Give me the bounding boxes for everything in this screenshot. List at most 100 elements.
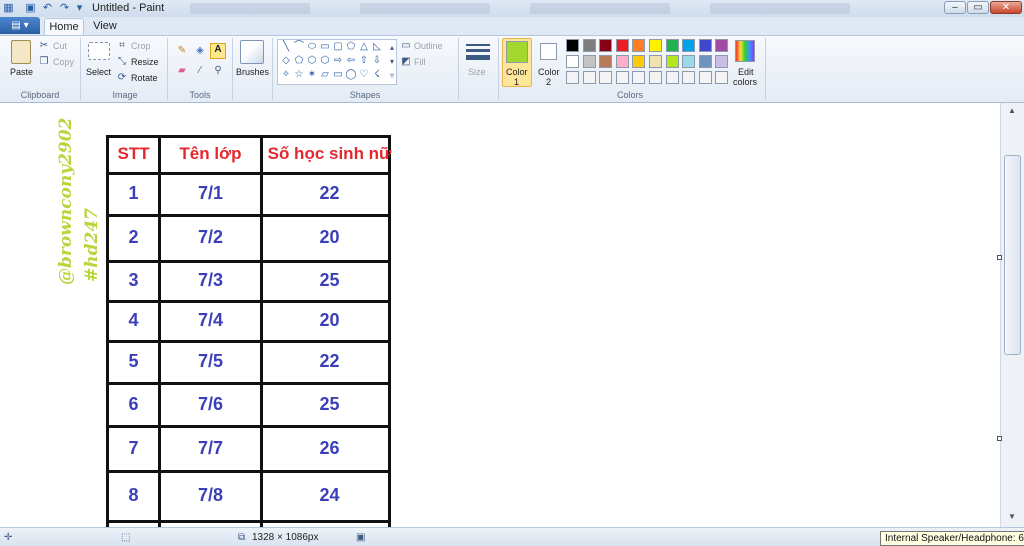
palette-swatch[interactable]	[715, 39, 729, 52]
shape-option[interactable]: ◇	[280, 56, 292, 66]
paste-button[interactable]: Paste	[10, 67, 33, 77]
redo-icon[interactable]: ↷	[58, 2, 71, 15]
chevron-up-icon[interactable]: ▴	[386, 42, 398, 54]
palette-swatch[interactable]	[698, 71, 712, 84]
undo-icon[interactable]: ↶	[41, 2, 54, 15]
brush-icon[interactable]	[240, 40, 264, 64]
shape-option[interactable]: ✶	[306, 70, 318, 80]
palette-swatch[interactable]	[715, 71, 729, 84]
shape-option[interactable]: ☆	[293, 70, 305, 80]
palette-swatch[interactable]	[665, 55, 679, 68]
cut-button[interactable]: Cut	[53, 41, 67, 51]
palette-swatch[interactable]	[682, 55, 696, 68]
shape-option[interactable]: ▭	[332, 70, 344, 80]
shape-option[interactable]: ▱	[319, 70, 331, 80]
palette-swatch[interactable]	[649, 55, 662, 68]
shape-option[interactable]: ♡	[358, 70, 370, 80]
palette-swatch[interactable]	[615, 71, 629, 84]
save-icon[interactable]: ▣	[24, 2, 37, 15]
size-button[interactable]: Size	[468, 67, 486, 77]
shape-option[interactable]: ◯	[345, 70, 357, 80]
eraser-icon[interactable]: ▰	[176, 65, 188, 77]
edit-colors-label-2[interactable]: colors	[733, 77, 757, 87]
chevron-down-icon[interactable]: ▾	[386, 56, 398, 68]
tab-view[interactable]: View	[88, 18, 122, 35]
chevron-down-icon[interactable]: ▾	[73, 2, 86, 15]
shape-option[interactable]: ⇩	[371, 56, 383, 66]
shape-option[interactable]: ⇧	[358, 56, 370, 66]
shape-option[interactable]: ⬡	[306, 56, 318, 66]
palette-swatch[interactable]	[632, 39, 646, 52]
shape-option[interactable]: ▭	[319, 42, 331, 52]
palette-swatch[interactable]	[665, 39, 679, 52]
rotate-button[interactable]: Rotate	[131, 73, 158, 83]
palette-swatch[interactable]	[566, 39, 579, 52]
shape-option[interactable]: ⌒	[293, 42, 305, 52]
close-button[interactable]: ✕	[990, 1, 1022, 14]
palette-swatch[interactable]	[599, 71, 613, 84]
palette-swatch[interactable]	[682, 39, 696, 52]
canvas-resize-handle[interactable]	[997, 255, 1002, 260]
scroll-up-icon[interactable]: ▲	[1006, 105, 1018, 117]
tab-home[interactable]: Home	[44, 18, 84, 35]
palette-swatch[interactable]	[566, 55, 579, 68]
pencil-icon[interactable]: ✎	[176, 45, 188, 57]
clipboard-icon[interactable]	[11, 40, 31, 64]
size-lines-icon[interactable]	[466, 42, 490, 62]
palette-swatch[interactable]	[599, 39, 613, 52]
palette-swatch[interactable]	[682, 71, 696, 84]
scroll-thumb[interactable]	[1004, 155, 1021, 355]
shape-option[interactable]: ╲	[280, 42, 292, 52]
scroll-down-icon[interactable]: ▼	[1006, 511, 1018, 523]
palette-swatch[interactable]	[582, 71, 596, 84]
shape-option[interactable]: ▢	[332, 42, 344, 52]
ribbon-separator	[498, 38, 499, 100]
gallery-expand-icon[interactable]: ▿	[386, 70, 398, 82]
shape-option[interactable]: △	[358, 42, 370, 52]
fill-button[interactable]: Fill	[414, 57, 426, 67]
shape-option[interactable]: ◺	[371, 42, 383, 52]
palette-swatch[interactable]	[566, 71, 579, 84]
paint-icon[interactable]: ▦	[2, 2, 15, 15]
select-icon[interactable]	[88, 42, 110, 60]
magnifier-icon[interactable]: ⚲	[212, 65, 224, 77]
palette-swatch[interactable]	[649, 71, 662, 84]
palette-swatch[interactable]	[632, 71, 646, 84]
resize-button[interactable]: Resize	[131, 57, 159, 67]
fill-bucket-icon[interactable]: ◈	[194, 45, 206, 57]
copy-button[interactable]: Copy	[53, 57, 74, 67]
palette-swatch[interactable]	[649, 39, 662, 52]
shape-option[interactable]: ✧	[280, 70, 292, 80]
text-tool-icon[interactable]: A	[210, 43, 226, 59]
shape-option[interactable]: ☇	[371, 70, 383, 80]
palette-swatch[interactable]	[665, 71, 679, 84]
color-picker-icon[interactable]: ⁄	[194, 65, 206, 77]
outline-button[interactable]: Outline	[414, 41, 443, 51]
shape-option[interactable]: ⬠	[293, 56, 305, 66]
brushes-button[interactable]: Brushes	[236, 67, 269, 77]
shape-option[interactable]: ⇦	[345, 56, 357, 66]
palette-swatch[interactable]	[698, 39, 712, 52]
minimize-button[interactable]: –	[944, 1, 966, 14]
palette-swatch[interactable]	[582, 55, 596, 68]
crop-icon: ⌗	[119, 40, 125, 51]
palette-swatch[interactable]	[698, 55, 712, 68]
crop-button[interactable]: Crop	[131, 41, 151, 51]
shape-option[interactable]: ⬭	[306, 42, 318, 52]
shape-option[interactable]: ⇨	[332, 56, 344, 66]
palette-swatch[interactable]	[582, 39, 596, 52]
maximize-button[interactable]: ▭	[967, 1, 989, 14]
shape-option[interactable]: ⬡	[319, 56, 331, 66]
palette-swatch[interactable]	[632, 55, 646, 68]
edit-colors-label[interactable]: Edit	[738, 67, 754, 77]
palette-swatch[interactable]	[615, 39, 629, 52]
shape-option[interactable]: ⬠	[345, 42, 357, 52]
canvas-resize-handle[interactable]	[997, 436, 1002, 441]
vertical-scrollbar[interactable]: ▲ ▼	[1000, 103, 1024, 527]
palette-swatch[interactable]	[715, 55, 729, 68]
color2-swatch[interactable]	[540, 43, 557, 60]
select-button[interactable]: Select	[86, 67, 111, 77]
file-menu-button[interactable]: ▤ ▾	[0, 17, 40, 34]
palette-swatch[interactable]	[599, 55, 613, 68]
palette-swatch[interactable]	[615, 55, 629, 68]
